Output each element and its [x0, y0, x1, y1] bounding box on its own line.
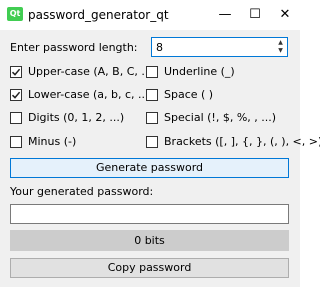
checkmark-icon [11, 91, 21, 99]
spin-up-icon[interactable]: ▲ [275, 39, 286, 47]
brackets-checkbox[interactable] [146, 136, 158, 148]
lowercase-checkbox[interactable] [10, 89, 22, 101]
lowercase-label[interactable]: Lower-case (a, b, c, ...) [28, 88, 153, 101]
checkmark-icon [11, 68, 21, 76]
uppercase-checkbox[interactable] [10, 66, 22, 78]
window-title: password_generator_qt [28, 8, 169, 22]
generate-password-button[interactable]: Generate password [10, 158, 289, 178]
space-label[interactable]: Space ( ) [164, 88, 213, 101]
brackets-label[interactable]: Brackets ([, ], {, }, (, ), <, >) [164, 135, 320, 148]
length-label: Enter password length: [10, 41, 138, 54]
special-checkbox[interactable] [146, 112, 158, 124]
title-bar: Qt password_generator_qt — ☐ ✕ [0, 0, 300, 30]
digits-checkbox[interactable] [10, 112, 22, 124]
space-checkbox[interactable] [146, 89, 158, 101]
generated-password-field[interactable] [10, 204, 289, 224]
maximize-button[interactable]: ☐ [240, 0, 270, 30]
output-label: Your generated password: [10, 185, 154, 198]
spin-buttons: ▲ ▼ [275, 39, 286, 55]
strength-bar: 0 bits [10, 230, 289, 251]
special-label[interactable]: Special (!, $, %, , ...) [164, 111, 276, 124]
copy-password-button[interactable]: Copy password [10, 258, 289, 278]
minimize-button[interactable]: — [210, 0, 240, 30]
underline-label[interactable]: Underline (_) [164, 65, 235, 78]
app-window: Qt password_generator_qt — ☐ ✕ Enter pas… [0, 0, 320, 287]
strength-text: 0 bits [134, 234, 165, 247]
spin-down-icon[interactable]: ▼ [275, 47, 286, 55]
minus-checkbox[interactable] [10, 136, 22, 148]
length-spinbox[interactable]: 8 ▲ ▼ [151, 37, 288, 57]
minus-label[interactable]: Minus (-) [28, 135, 76, 148]
digits-label[interactable]: Digits (0, 1, 2, ...) [28, 111, 124, 124]
close-button[interactable]: ✕ [270, 0, 300, 30]
qt-logo-icon: Qt [7, 7, 23, 21]
underline-checkbox[interactable] [146, 66, 158, 78]
length-value[interactable]: 8 [156, 41, 163, 54]
uppercase-label[interactable]: Upper-case (A, B, C, ...) [28, 65, 156, 78]
